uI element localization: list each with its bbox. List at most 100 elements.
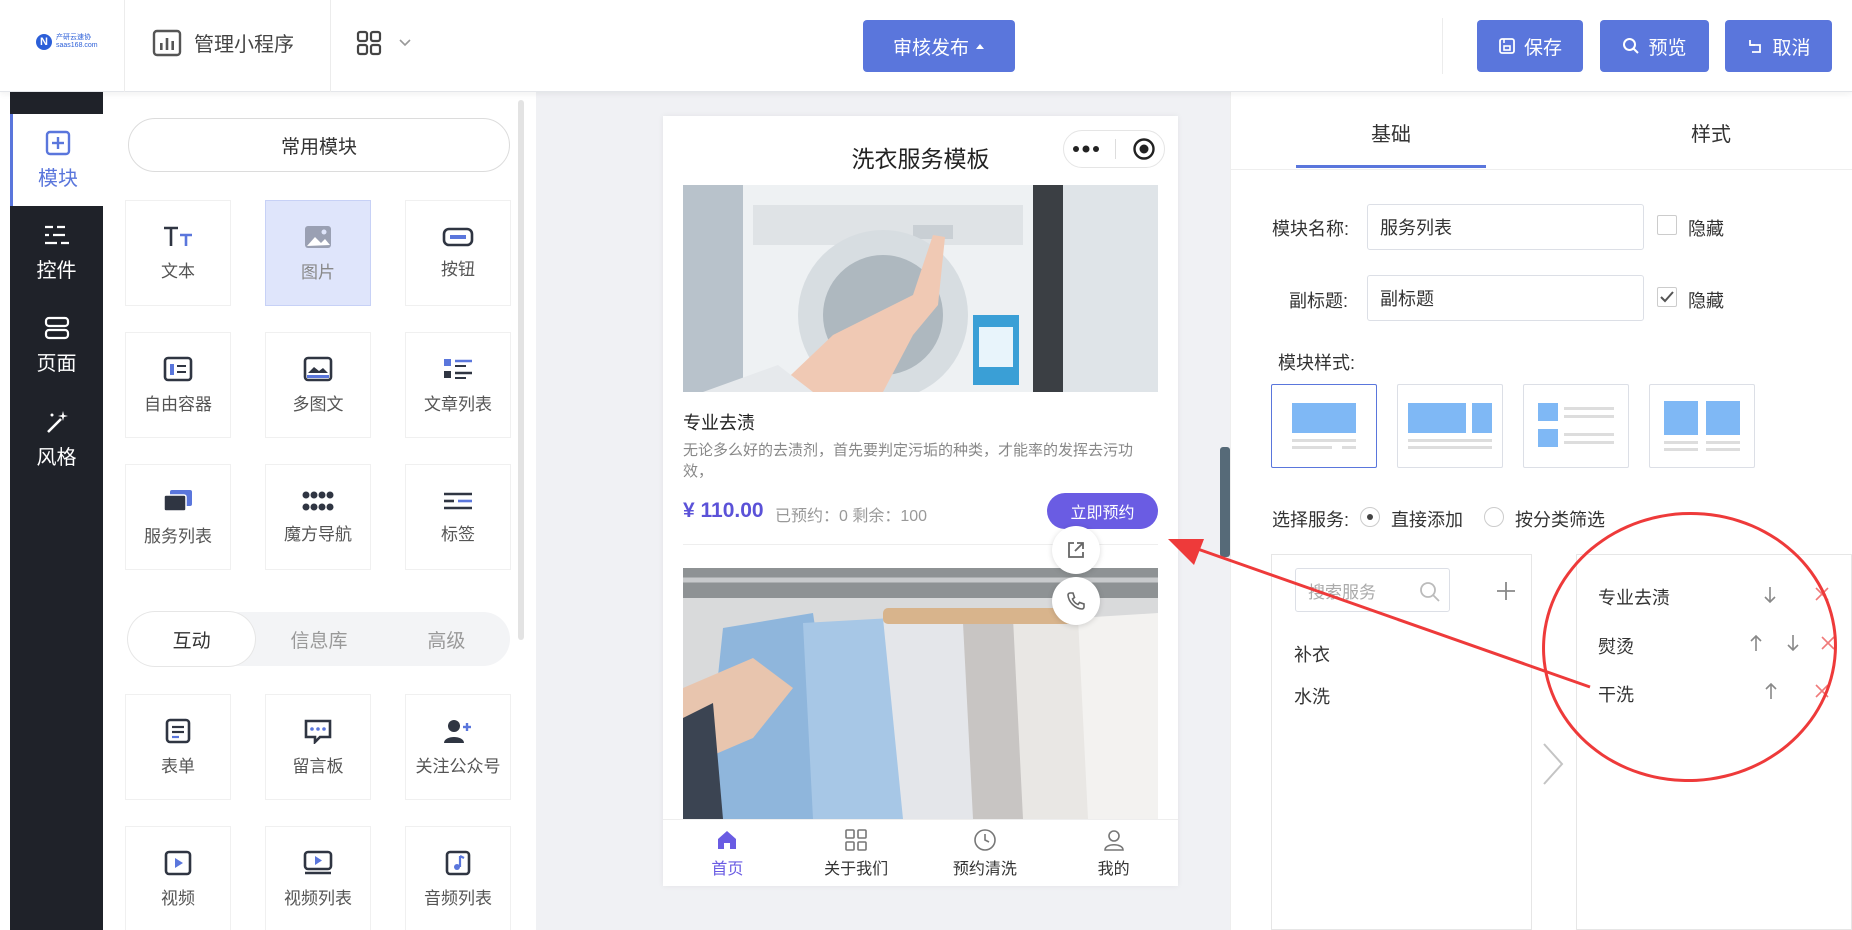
module-free-container[interactable]: 自由容器 xyxy=(125,332,231,438)
nav-item-style[interactable]: 风格 xyxy=(10,409,103,470)
radio-filter-label: 按分类筛选 xyxy=(1515,510,1605,530)
divider xyxy=(330,0,331,92)
select-service-label: 选择服务: xyxy=(1272,510,1350,530)
video-play-icon xyxy=(164,850,192,875)
tabbar-about[interactable]: 关于我们 xyxy=(792,820,921,886)
module-audio-list[interactable]: 音频列表 xyxy=(405,826,511,930)
miniprogram-capsule[interactable] xyxy=(1063,130,1165,168)
checkmark-icon xyxy=(1660,291,1674,303)
apps-dropdown[interactable] xyxy=(356,30,412,56)
tab-interactive[interactable]: 互动 xyxy=(128,612,256,666)
module-button[interactable]: 按钮 xyxy=(405,200,511,306)
logo-subtext: saas168.com xyxy=(56,42,98,49)
clock-icon xyxy=(974,828,996,851)
tile-label: 视频列表 xyxy=(284,888,352,908)
service-booking-meta: 已预约：0 剩余：100 xyxy=(775,508,928,525)
nav-label: 风格 xyxy=(36,447,77,469)
call-button[interactable] xyxy=(1052,577,1100,625)
tile-label: 图片 xyxy=(301,262,335,282)
hide-module-checkbox[interactable] xyxy=(1657,215,1677,235)
nav-item-controls[interactable]: 控件 xyxy=(10,222,103,283)
transfer-right-icon[interactable] xyxy=(1540,740,1566,788)
dots-grid-icon xyxy=(302,491,334,510)
hide-label: 隐藏 xyxy=(1688,219,1724,239)
style-option-2[interactable] xyxy=(1397,384,1503,468)
manage-miniprogram-button[interactable]: 管理小程序 xyxy=(152,28,294,57)
tile-label: 文本 xyxy=(161,261,195,281)
hide-label: 隐藏 xyxy=(1688,291,1724,311)
publish-button[interactable]: 审核发布 xyxy=(863,20,1015,72)
tile-label: 多图文 xyxy=(292,394,344,414)
tile-label: 留言板 xyxy=(292,756,344,776)
close-target-icon xyxy=(1133,138,1155,160)
module-form[interactable]: 表单 xyxy=(125,694,231,800)
module-cube-nav[interactable]: 魔方导航 xyxy=(265,464,371,570)
module-article-list[interactable]: 文章列表 xyxy=(405,332,511,438)
magic-wand-icon xyxy=(46,411,68,433)
text-icon xyxy=(164,226,192,246)
tabbar-home[interactable]: 首页 xyxy=(663,820,792,886)
module-video[interactable]: 视频 xyxy=(125,826,231,930)
module-video-list[interactable]: 视频列表 xyxy=(265,826,371,930)
tag-lines-icon xyxy=(444,492,472,509)
common-modules-header[interactable]: 常用模块 xyxy=(128,118,510,172)
layout-two-column-icon xyxy=(1408,403,1492,449)
tab-info-library[interactable]: 信息库 xyxy=(255,612,382,666)
save-button[interactable]: 保存 xyxy=(1477,20,1583,72)
tab-advanced[interactable]: 高级 xyxy=(383,612,510,666)
style-option-1[interactable] xyxy=(1271,384,1377,468)
annotation-arrow xyxy=(1168,539,1591,689)
undo-icon xyxy=(1749,40,1762,53)
module-tag[interactable]: 标签 xyxy=(405,464,511,570)
tile-label: 音频列表 xyxy=(424,888,492,908)
style-option-4[interactable] xyxy=(1649,384,1755,468)
container-icon xyxy=(163,356,193,381)
logo[interactable]: N 产研云速协 saas168.com xyxy=(36,34,98,50)
style-option-3[interactable] xyxy=(1523,384,1629,468)
book-now-button[interactable]: 立即预约 xyxy=(1047,493,1158,529)
subtitle-label: 副标题: xyxy=(1289,291,1349,311)
service-list-icon xyxy=(163,489,192,512)
tabbar-label: 首页 xyxy=(711,860,744,878)
radio-category-filter[interactable] xyxy=(1484,507,1504,527)
module-service-list[interactable]: 服务列表 xyxy=(125,464,231,570)
service-card-title: 专业去渍 xyxy=(683,413,755,433)
module-image[interactable]: 图片 xyxy=(265,200,371,306)
module-text[interactable]: 文本 xyxy=(125,200,231,306)
active-tab-indicator xyxy=(1296,165,1486,168)
module-message-board[interactable]: 留言板 xyxy=(265,694,371,800)
module-panel-scrollbar[interactable] xyxy=(518,100,524,640)
manage-label: 管理小程序 xyxy=(194,34,294,56)
tabbar-mine[interactable]: 我的 xyxy=(1049,820,1178,886)
nav-item-pages[interactable]: 页面 xyxy=(10,315,103,376)
cancel-button[interactable]: 取消 xyxy=(1725,20,1832,72)
divider xyxy=(124,0,125,92)
module-follow-account[interactable]: 关注公众号 xyxy=(405,694,511,800)
module-name-input[interactable]: 服务列表 xyxy=(1367,204,1644,250)
layout-list-icon xyxy=(1538,403,1614,447)
subtitle-input[interactable]: 副标题 xyxy=(1367,275,1644,321)
tab-basic[interactable]: 基础 xyxy=(1371,118,1411,147)
save-icon xyxy=(1499,38,1515,54)
tabbar-label: 关于我们 xyxy=(824,860,889,878)
chevron-down-icon xyxy=(399,39,411,47)
tab-style[interactable]: 样式 xyxy=(1691,118,1731,147)
caret-up-icon xyxy=(976,44,984,49)
tabbar-booking[interactable]: 预约清洗 xyxy=(921,820,1050,886)
service-photo-washing-machine xyxy=(683,185,1158,392)
divider xyxy=(1442,18,1443,74)
chat-bubble-icon xyxy=(304,719,332,744)
plus-square-icon xyxy=(45,130,71,155)
apps-grid-icon xyxy=(356,30,382,56)
module-multi-image-text[interactable]: 多图文 xyxy=(265,332,371,438)
hide-subtitle-checkbox[interactable] xyxy=(1657,287,1677,307)
nav-item-modules[interactable]: 模块 xyxy=(10,114,103,206)
radio-direct-add[interactable] xyxy=(1360,507,1380,527)
share-button[interactable] xyxy=(1052,526,1100,574)
preview-button[interactable]: 预览 xyxy=(1600,20,1709,72)
sliders-icon xyxy=(44,225,69,245)
tile-label: 关注公众号 xyxy=(415,756,501,776)
phone-preview: 洗衣服务模板 专业去渍 无论多么好的去渍剂，首先要判定污垢的种类，才能率的发挥去… xyxy=(663,116,1178,886)
tile-label: 标签 xyxy=(441,524,475,544)
module-name-label: 模块名称: xyxy=(1272,219,1350,239)
